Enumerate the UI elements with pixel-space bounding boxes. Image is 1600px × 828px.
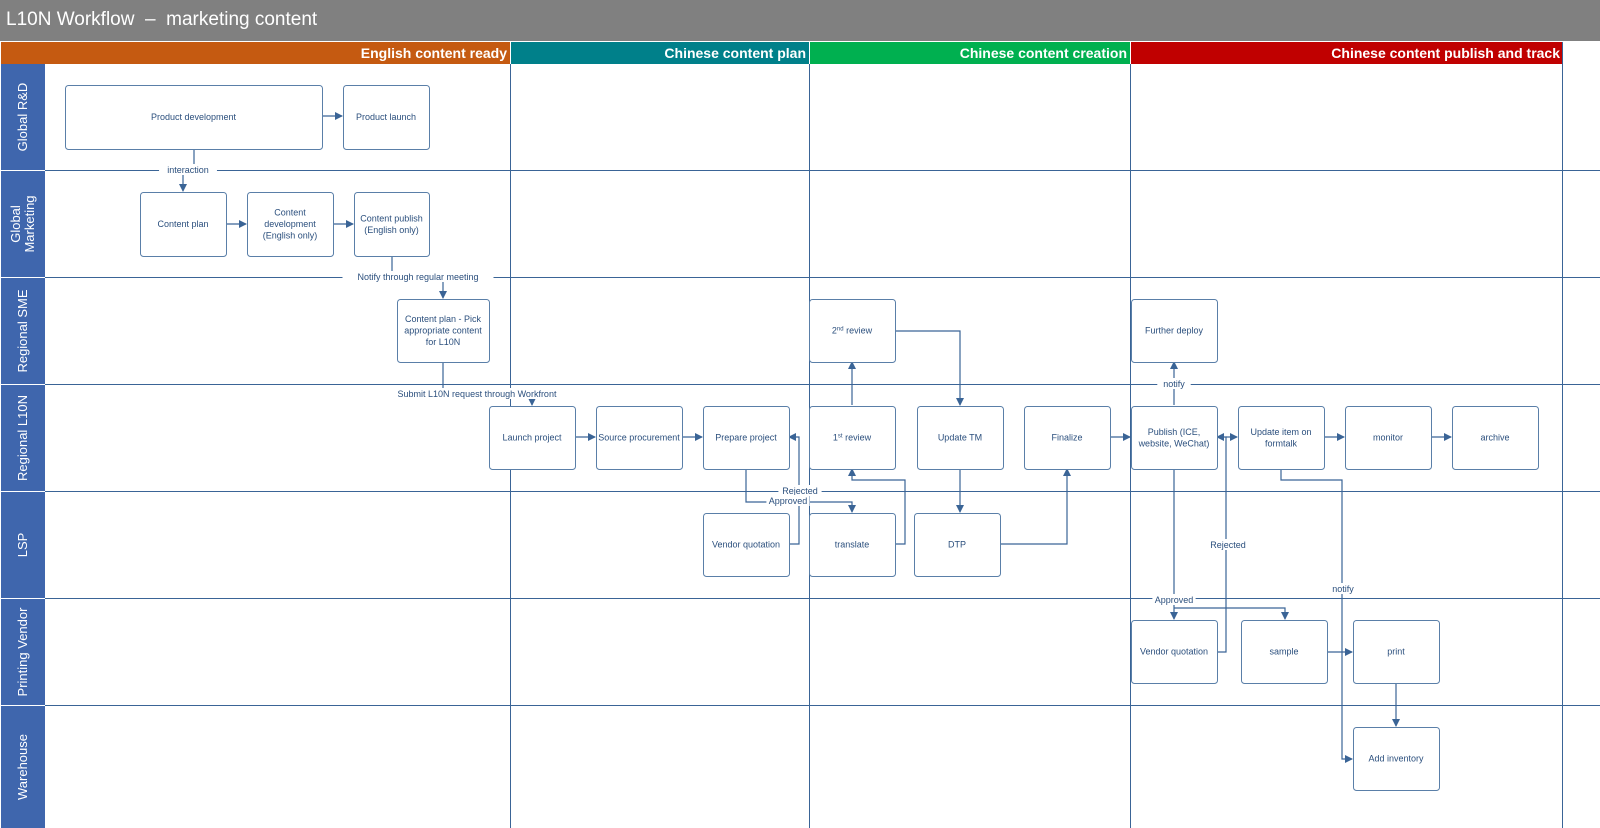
node-label: translate	[835, 540, 870, 550]
process-node-monitor[interactable]: monitor	[1345, 406, 1432, 470]
node-label: Prepare project	[715, 433, 777, 443]
process-node-source-procurement[interactable]: Source procurement	[596, 406, 683, 470]
process-node-publish[interactable]: Publish (ICE, website, WeChat)	[1131, 406, 1218, 470]
process-node-content-plan[interactable]: Content plan	[140, 192, 227, 257]
swimlane-diagram: interaction Notify through regular meetin…	[45, 42, 1600, 828]
process-node-dtp[interactable]: DTP	[914, 513, 1001, 577]
node-label: Finalize	[1051, 433, 1082, 443]
node-label: Launch project	[502, 433, 562, 443]
process-node-translate[interactable]: translate	[809, 513, 896, 577]
node-label: DTP	[948, 540, 966, 550]
edge-label-rejected-print: Rejected	[1210, 540, 1246, 550]
edge-label-approved-lsp: Approved	[769, 496, 808, 506]
node-label: Update TM	[938, 433, 982, 443]
edge-label-notify-deploy: notify	[1163, 379, 1185, 389]
process-node-content-publish[interactable]: Content publish (English only)	[354, 192, 430, 257]
edge-label-notify-meeting: Notify through regular meeting	[357, 272, 478, 282]
node-label: monitor	[1373, 433, 1403, 443]
node-label: print	[1387, 647, 1405, 657]
connector	[1174, 607, 1289, 620]
node-label: Content publish (English only)	[360, 213, 423, 235]
process-node-add-inventory[interactable]: Add inventory	[1353, 727, 1440, 791]
connector	[1280, 469, 1353, 763]
edge-label-notify-inventory: notify	[1332, 584, 1354, 594]
node-label: Publish (ICE, website, WeChat)	[1138, 427, 1210, 449]
connector	[895, 330, 964, 406]
node-label: Add inventory	[1368, 754, 1424, 764]
edge-label-approved-print: Approved	[1155, 595, 1194, 605]
node-label: Vendor quotation	[1140, 647, 1208, 657]
edge-label-rejected-lsp: Rejected	[782, 486, 818, 496]
process-node-finalize[interactable]: Finalize	[1024, 406, 1111, 470]
node-label: Product launch	[356, 112, 416, 122]
process-node-prepare-project[interactable]: Prepare project	[703, 406, 790, 470]
process-node-archive[interactable]: archive	[1452, 406, 1539, 470]
process-node-vendor-quotation-lsp[interactable]: Vendor quotation	[703, 513, 790, 577]
node-label: Content plan	[157, 219, 208, 229]
node-label: archive	[1480, 433, 1509, 443]
process-node-update-tm[interactable]: Update TM	[917, 406, 1004, 470]
process-node-product-launch[interactable]: Product launch	[343, 85, 430, 150]
node-label: Further deploy	[1145, 326, 1204, 336]
process-node-second-review[interactable]: 2nd review	[809, 299, 896, 363]
process-node-vendor-quotation-print[interactable]: Vendor quotation	[1131, 620, 1218, 684]
process-node-update-formtalk[interactable]: Update item on formtalk	[1238, 406, 1325, 470]
edge-label-interaction: interaction	[167, 165, 209, 175]
process-node-launch-project[interactable]: Launch project	[489, 406, 576, 470]
process-node-print[interactable]: print	[1353, 620, 1440, 684]
node-label: Source procurement	[598, 433, 680, 443]
process-node-sample[interactable]: sample	[1241, 620, 1328, 684]
node-label: Product development	[151, 112, 237, 122]
process-node-content-development[interactable]: Content development (English only)	[247, 192, 334, 257]
process-node-further-deploy[interactable]: Further deploy	[1131, 299, 1218, 363]
process-node-content-plan-pick[interactable]: Content plan - Pick appropriate content fo…	[397, 299, 490, 363]
process-node-product-development[interactable]: Product development	[65, 85, 323, 150]
node-label: sample	[1269, 647, 1298, 657]
process-nodes: Product development Product launch Content…	[65, 85, 1539, 791]
edge-label-submit-request: Submit L10N request through Workfront	[398, 389, 557, 399]
connector	[999, 468, 1071, 545]
node-label: Vendor quotation	[712, 540, 780, 550]
process-node-first-review[interactable]: 1st review	[809, 406, 896, 470]
